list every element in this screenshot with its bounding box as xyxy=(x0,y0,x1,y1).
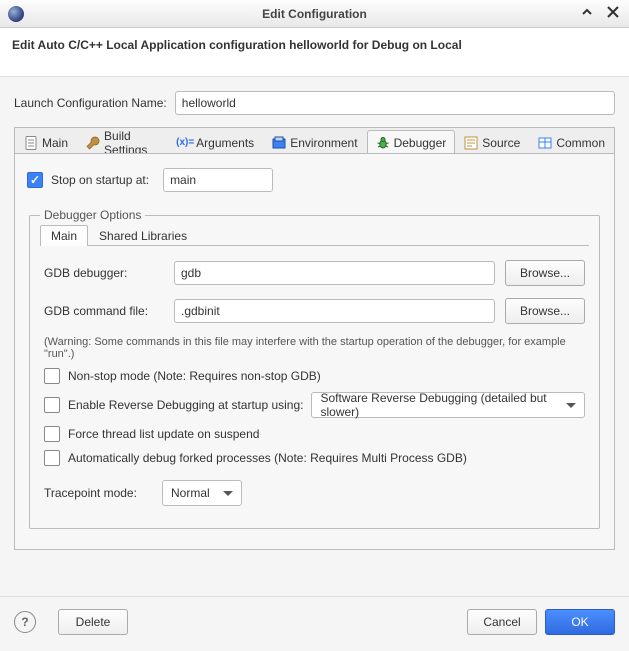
table-icon xyxy=(538,136,552,150)
cancel-button[interactable]: Cancel xyxy=(467,609,537,635)
gdb-command-file-label: GDB command file: xyxy=(44,304,164,318)
tab-source-label: Source xyxy=(482,136,520,150)
source-icon xyxy=(464,136,478,150)
subtab-main-body: GDB debugger: Browse... GDB command file… xyxy=(40,246,589,506)
stop-on-startup-label: Stop on startup at: xyxy=(51,173,149,187)
tab-common-label: Common xyxy=(556,136,605,150)
config-tabs: Main Build Settings (x)= Arguments Envir… xyxy=(14,127,615,550)
launch-name-row: Launch Configuration Name: xyxy=(14,91,615,115)
close-button[interactable] xyxy=(605,5,621,22)
variable-icon: (x)= xyxy=(178,136,192,150)
reverse-label: Enable Reverse Debugging at startup usin… xyxy=(68,398,303,412)
gdb-debugger-input[interactable] xyxy=(174,261,495,285)
tracepoint-row: Tracepoint mode: Normal xyxy=(44,480,585,506)
window-controls xyxy=(579,5,621,22)
window-title: Edit Configuration xyxy=(0,7,629,21)
reverse-checkbox[interactable] xyxy=(44,397,60,413)
document-icon xyxy=(24,136,38,150)
debugger-options-group: Debugger Options Main Shared Libraries G… xyxy=(29,208,600,529)
app-icon xyxy=(8,6,24,22)
tracepoint-select[interactable]: Normal xyxy=(162,480,242,506)
force-thread-row: Force thread list update on suspend xyxy=(44,426,585,442)
stop-on-startup-row: Stop on startup at: xyxy=(27,168,602,192)
gdb-debugger-row: GDB debugger: Browse... xyxy=(44,260,585,286)
gdb-command-file-browse-button[interactable]: Browse... xyxy=(505,298,585,324)
tab-main[interactable]: Main xyxy=(15,130,77,154)
tab-build-settings[interactable]: Build Settings xyxy=(77,130,169,154)
force-thread-label: Force thread list update on suspend xyxy=(68,427,259,441)
force-thread-checkbox[interactable] xyxy=(44,426,60,442)
tab-build-label: Build Settings xyxy=(104,129,160,155)
stop-on-startup-input[interactable] xyxy=(163,168,273,192)
launch-name-label: Launch Configuration Name: xyxy=(14,96,167,110)
subtab-main[interactable]: Main xyxy=(40,225,88,246)
stop-on-startup-checkbox[interactable] xyxy=(27,172,43,188)
autofork-checkbox[interactable] xyxy=(44,450,60,466)
gdb-command-file-input[interactable] xyxy=(174,299,495,323)
tab-debugger[interactable]: Debugger xyxy=(367,130,456,154)
tracepoint-label: Tracepoint mode: xyxy=(44,486,154,500)
tab-environment[interactable]: Environment xyxy=(263,130,366,154)
bug-icon xyxy=(376,136,390,150)
command-file-warning: (Warning: Some commands in this file may… xyxy=(44,336,585,360)
titlebar: Edit Configuration xyxy=(0,0,629,28)
wrench-icon xyxy=(86,136,100,150)
tab-environment-label: Environment xyxy=(290,136,357,150)
content-area: Launch Configuration Name: Main Build Se… xyxy=(0,77,629,564)
nonstop-label: Non-stop mode (Note: Requires non-stop G… xyxy=(68,369,321,383)
reverse-row: Enable Reverse Debugging at startup usin… xyxy=(44,392,585,418)
gdb-command-file-row: GDB command file: Browse... xyxy=(44,298,585,324)
gdb-debugger-browse-button[interactable]: Browse... xyxy=(505,260,585,286)
delete-button[interactable]: Delete xyxy=(58,609,128,635)
gdb-debugger-label: GDB debugger: xyxy=(44,266,164,280)
nonstop-checkbox[interactable] xyxy=(44,368,60,384)
nonstop-row: Non-stop mode (Note: Requires non-stop G… xyxy=(44,368,585,384)
autofork-row: Automatically debug forked processes (No… xyxy=(44,450,585,466)
tabstrip: Main Build Settings (x)= Arguments Envir… xyxy=(15,128,614,154)
dialog-footer: ? Delete Cancel OK xyxy=(0,596,629,651)
header-description: Edit Auto C/C++ Local Application config… xyxy=(0,28,629,77)
tab-common[interactable]: Common xyxy=(529,130,614,154)
tab-source[interactable]: Source xyxy=(455,130,529,154)
environment-icon xyxy=(272,136,286,150)
launch-name-input[interactable] xyxy=(175,91,615,115)
debugger-tab-body: Stop on startup at: Debugger Options Mai… xyxy=(15,154,614,549)
tab-main-label: Main xyxy=(42,136,68,150)
tab-debugger-label: Debugger xyxy=(394,136,447,150)
autofork-label: Automatically debug forked processes (No… xyxy=(68,451,467,465)
ok-button[interactable]: OK xyxy=(545,609,615,635)
debugger-subtabs: Main Shared Libraries xyxy=(40,224,589,246)
tab-arguments-label: Arguments xyxy=(196,136,254,150)
subtab-shared-libraries[interactable]: Shared Libraries xyxy=(88,225,198,246)
reverse-mode-select[interactable]: Software Reverse Debugging (detailed but… xyxy=(311,392,585,418)
debugger-options-legend: Debugger Options xyxy=(40,208,145,222)
reverse-mode-value: Software Reverse Debugging (detailed but… xyxy=(320,391,558,419)
minimize-button[interactable] xyxy=(579,5,595,22)
tracepoint-value: Normal xyxy=(171,486,210,500)
help-button[interactable]: ? xyxy=(14,611,36,633)
tab-arguments[interactable]: (x)= Arguments xyxy=(169,130,263,154)
